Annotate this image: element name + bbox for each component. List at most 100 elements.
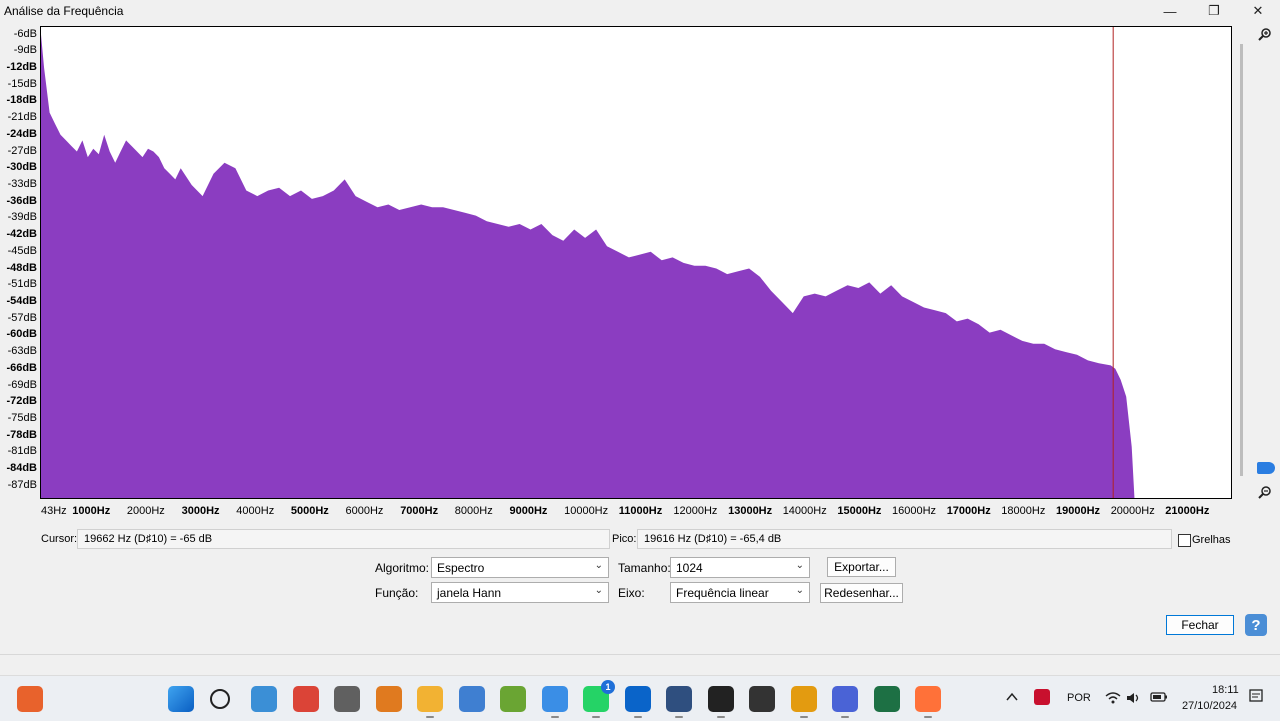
x-tick-label: 3000Hz <box>181 505 220 517</box>
x-tick-label: 20000Hz <box>1110 505 1155 517</box>
axis-select[interactable]: Frequência linear ⌄ <box>670 582 810 603</box>
function-label: Função: <box>375 586 419 600</box>
running-indicator <box>633 716 642 718</box>
running-indicator <box>426 716 434 718</box>
utorrent-icon[interactable] <box>500 686 526 712</box>
taskbar: 1 POR 18:11 27/10/2024 <box>0 675 1280 721</box>
chrome-icon[interactable] <box>292 686 319 712</box>
y-tick-label: -87dB <box>7 478 37 491</box>
y-tick-label: -51dB <box>7 278 37 291</box>
x-tick-label: 16000Hz <box>892 505 937 517</box>
spectrum-area <box>41 34 1135 498</box>
x-tick-label: 17000Hz <box>946 505 991 517</box>
function-value: janela Hann <box>437 586 502 600</box>
network-icon[interactable] <box>458 686 485 712</box>
x-tick-label: 2000Hz <box>126 505 165 517</box>
search-icon[interactable] <box>209 689 230 709</box>
algorithm-value: Espectro <box>437 561 485 575</box>
running-indicator <box>924 716 932 718</box>
x-tick-label: 8000Hz <box>454 505 493 517</box>
calculator-icon[interactable] <box>334 686 360 712</box>
media-player-icon[interactable] <box>375 686 402 712</box>
spectrum-svg <box>41 27 1135 498</box>
running-indicator <box>841 716 849 718</box>
zoom-slider-thumb[interactable] <box>1257 462 1275 474</box>
maximize-button[interactable]: ❐ <box>1192 0 1236 22</box>
chevron-down-icon: ⌄ <box>594 560 603 571</box>
x-tick-label: 18000Hz <box>1001 505 1046 517</box>
excel-icon[interactable] <box>873 686 900 712</box>
vertical-zoom-track[interactable] <box>1240 44 1243 476</box>
running-indicator <box>799 716 808 718</box>
running-indicator <box>592 716 600 718</box>
volume-icon[interactable] <box>1126 691 1142 705</box>
x-tick-label: 19000Hz <box>1056 505 1101 517</box>
language-indicator[interactable]: POR <box>1067 692 1091 704</box>
export-button[interactable]: Exportar... <box>827 557 896 577</box>
tray-app-icon[interactable] <box>1034 689 1050 705</box>
wifi-icon[interactable] <box>1105 691 1121 705</box>
cursor-label: Cursor: <box>41 533 78 545</box>
minimize-button[interactable]: — <box>1148 0 1192 22</box>
chevron-up-icon[interactable] <box>1006 692 1018 702</box>
y-tick-label: -12dB <box>6 61 37 73</box>
y-tick-label: -33dB <box>7 178 37 190</box>
weather-icon[interactable] <box>17 686 43 712</box>
y-tick-label: -78dB <box>6 428 37 441</box>
size-select[interactable]: 1024 ⌄ <box>670 557 810 578</box>
algorithm-select[interactable]: Espectro ⌄ <box>431 557 609 578</box>
bird-app-icon[interactable] <box>832 686 858 712</box>
y-tick-label: -24dB <box>6 127 37 140</box>
y-tick-label: -42dB <box>6 228 37 241</box>
x-tick-label: 21000Hz <box>1165 505 1210 517</box>
audacity-icon[interactable] <box>790 686 817 712</box>
photos-icon[interactable] <box>251 686 277 712</box>
x-tick-label: 4000Hz <box>236 505 275 517</box>
y-tick-label: -45dB <box>7 244 37 257</box>
y-tick-label: -27dB <box>7 144 37 157</box>
running-indicator <box>550 716 559 718</box>
clock-date[interactable]: 27/10/2024 <box>1182 700 1237 712</box>
y-tick-label: -66dB <box>6 361 37 374</box>
battery-icon[interactable] <box>1150 691 1168 703</box>
chevron-down-icon: ⌄ <box>795 560 804 571</box>
running-indicator <box>716 716 725 718</box>
y-tick-label: -15dB <box>7 77 37 90</box>
help-app-icon[interactable] <box>541 686 568 712</box>
size-value: 1024 <box>676 561 703 575</box>
close-window-button[interactable]: ✕ <box>1236 0 1280 22</box>
y-tick-label: -60dB <box>6 328 37 341</box>
close-button[interactable]: Fechar <box>1166 615 1234 635</box>
grid-label: Grelhas <box>1192 534 1231 546</box>
firefox-icon[interactable] <box>915 686 941 712</box>
x-tick-label: 9000Hz <box>509 505 548 517</box>
x-tick-label: 13000Hz <box>728 505 773 517</box>
spectrum-plot[interactable] <box>40 26 1232 499</box>
zoom-out-icon[interactable] <box>1258 485 1272 499</box>
notification-icon[interactable] <box>1249 689 1263 705</box>
redraw-button[interactable]: Redesenhar... <box>820 583 903 603</box>
file-explorer-icon[interactable] <box>417 686 443 712</box>
x-tick-label: 11000Hz <box>618 505 663 517</box>
help-button[interactable]: ? <box>1245 614 1267 636</box>
grid-checkbox[interactable] <box>1178 534 1191 547</box>
audio-editor-icon[interactable] <box>707 686 734 712</box>
media-icon[interactable] <box>749 686 775 712</box>
clock-time[interactable]: 18:11 <box>1212 684 1239 696</box>
y-tick-label: -75dB <box>7 411 37 424</box>
status-bar <box>0 654 1280 675</box>
peak-label: Pico: <box>612 533 637 545</box>
zoom-in-icon[interactable] <box>1258 27 1272 41</box>
y-tick-label: -9dB <box>13 44 37 57</box>
app-icon[interactable] <box>666 686 692 712</box>
y-tick-label: -63dB <box>7 345 37 358</box>
title-bar: Análise da Frequência — ❐ ✕ <box>0 0 1280 22</box>
outlook-icon[interactable] <box>624 686 651 712</box>
start-icon[interactable] <box>168 686 194 712</box>
function-select[interactable]: janela Hann ⌄ <box>431 582 609 603</box>
y-tick-label: -18dB <box>6 94 37 107</box>
y-tick-label: -39dB <box>7 211 37 224</box>
y-tick-label: -48dB <box>6 261 37 274</box>
x-tick-label: 7000Hz <box>400 505 439 517</box>
whatsapp-icon[interactable]: 1 <box>583 680 615 712</box>
